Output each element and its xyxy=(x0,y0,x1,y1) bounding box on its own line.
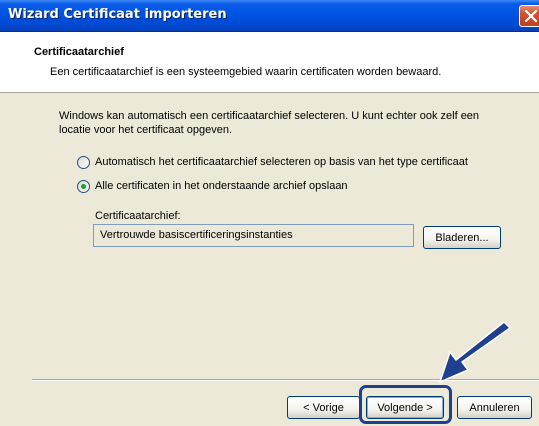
browse-button[interactable]: Bladeren... xyxy=(423,226,501,249)
radio-manual-label: Alle certificaten in het onderstaande ar… xyxy=(95,180,348,192)
page-title: Certificaatarchief xyxy=(34,46,124,58)
radio-auto-select[interactable]: Automatisch het certificaatarchief selec… xyxy=(77,154,468,170)
import-wizard-window: Wizard Certificaat importeren Certificaa… xyxy=(0,0,539,426)
certificate-store-field: Vertrouwde basiscertificeringsinstanties xyxy=(93,224,414,247)
back-button[interactable]: < Vorige xyxy=(287,396,360,419)
cancel-button[interactable]: Annuleren xyxy=(457,396,532,419)
callout-arrow-icon xyxy=(439,322,511,383)
window-title: Wizard Certificaat importeren xyxy=(8,7,227,22)
radio-manual-store[interactable]: Alle certificaten in het onderstaande ar… xyxy=(77,178,348,194)
close-button[interactable] xyxy=(519,5,539,27)
radio-button-checked-icon[interactable] xyxy=(77,179,90,193)
next-button-highlight xyxy=(359,385,452,424)
wizard-header: Certificaatarchief Een certificaatarchie… xyxy=(0,32,539,93)
description-text: Windows kan automatisch een certificaata… xyxy=(59,110,480,136)
close-icon xyxy=(524,9,538,23)
radio-button-icon[interactable] xyxy=(77,155,90,169)
page-subtitle: Een certificaatarchief is een systeemgeb… xyxy=(50,66,442,78)
radio-auto-label: Automatisch het certificaatarchief selec… xyxy=(95,156,468,168)
title-bar[interactable]: Wizard Certificaat importeren xyxy=(0,0,539,32)
store-field-label: Certificaatarchief: xyxy=(95,210,181,222)
